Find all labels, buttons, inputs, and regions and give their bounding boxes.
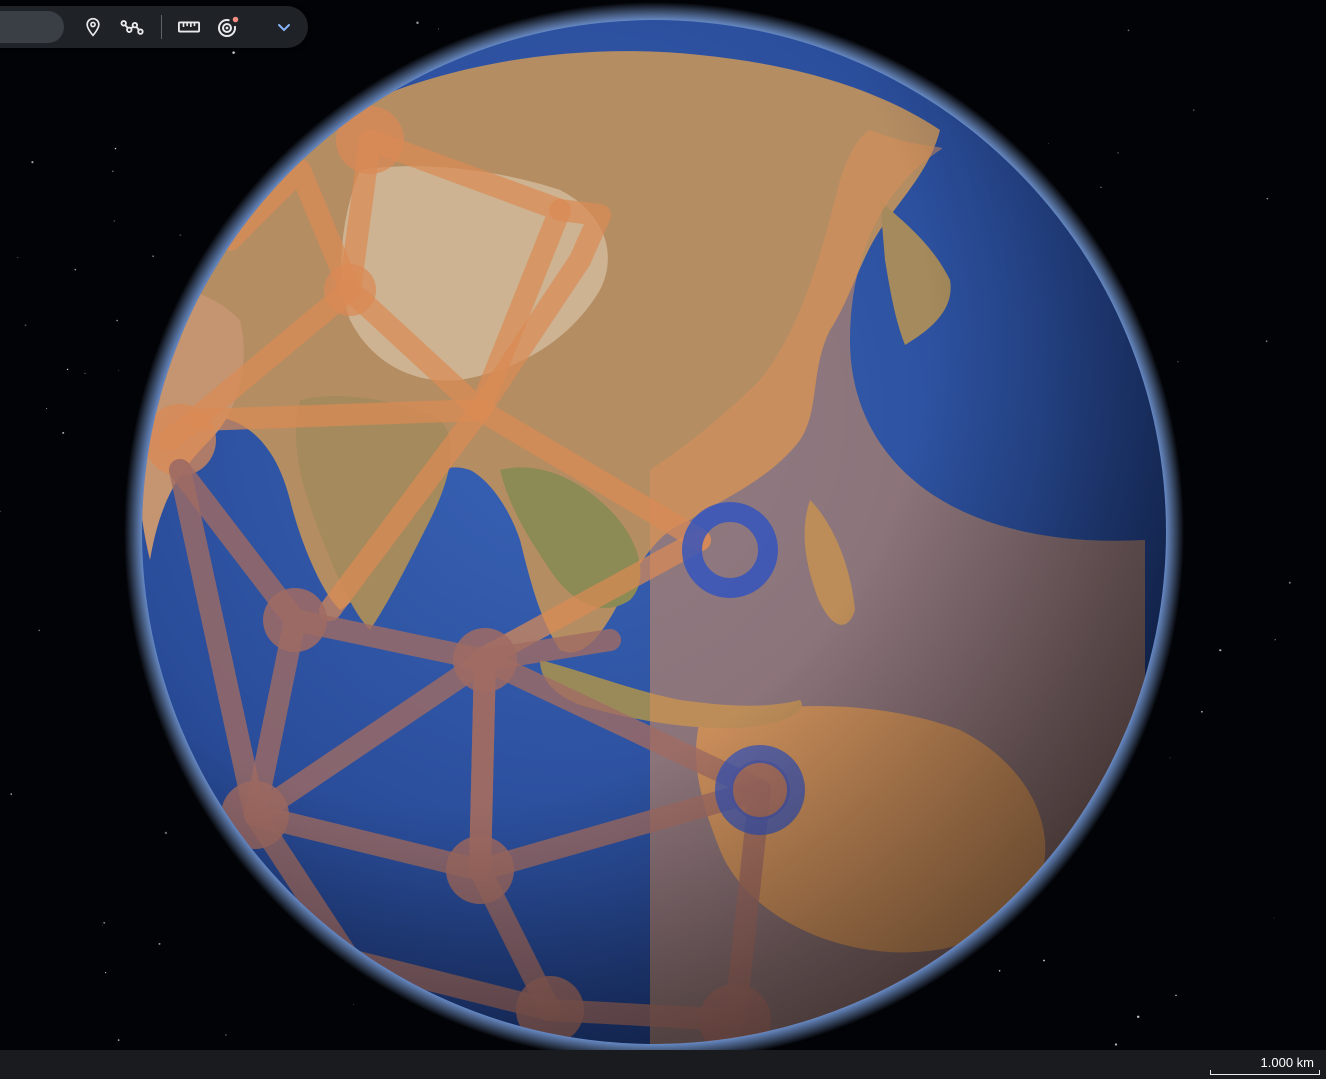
star — [1177, 361, 1179, 363]
star — [1273, 917, 1275, 919]
star — [114, 147, 117, 150]
path-icon — [120, 20, 144, 35]
star — [24, 324, 27, 327]
star — [1201, 710, 1203, 713]
star — [104, 971, 107, 974]
scale-label: 1.000 km — [1260, 1055, 1314, 1070]
star — [232, 51, 235, 54]
star — [1288, 581, 1291, 584]
star — [1175, 994, 1177, 997]
scale-indicator: 1.000 km — [1210, 1052, 1320, 1076]
timelapse-icon — [218, 16, 239, 37]
star — [164, 831, 168, 835]
status-bar: 1.000 km — [0, 1050, 1326, 1079]
star — [116, 319, 118, 322]
add-placemark-button[interactable] — [80, 14, 106, 40]
star — [66, 368, 69, 371]
globe-view[interactable] — [0, 0, 1326, 1079]
star — [998, 970, 1001, 972]
star — [38, 629, 40, 632]
timelapse-button[interactable] — [215, 14, 241, 40]
star — [416, 21, 419, 24]
star — [1136, 1015, 1140, 1019]
star — [1265, 340, 1268, 342]
star — [101, 924, 103, 926]
star — [0, 510, 2, 513]
star — [111, 170, 114, 173]
star — [158, 942, 161, 945]
notification-dot — [232, 16, 239, 23]
star — [1266, 197, 1269, 200]
star — [179, 234, 182, 236]
star — [1274, 639, 1276, 641]
star — [1127, 29, 1130, 32]
star — [152, 255, 154, 257]
toolbar-divider — [161, 15, 162, 39]
star — [1169, 757, 1171, 759]
star — [225, 1034, 227, 1036]
star — [74, 268, 77, 271]
tools-toolbar — [0, 6, 308, 48]
chevron-down-icon — [278, 24, 290, 32]
star — [62, 431, 65, 434]
star — [46, 407, 48, 409]
star — [1043, 959, 1045, 962]
star — [84, 372, 86, 375]
star — [1219, 649, 1222, 652]
star — [118, 369, 119, 371]
globe-shading — [142, 20, 1166, 1044]
star — [31, 161, 34, 164]
map-viewport[interactable]: 1.000 km — [0, 0, 1326, 1079]
star — [1192, 109, 1195, 111]
draw-path-button[interactable] — [120, 14, 146, 40]
star — [113, 220, 115, 222]
star — [10, 793, 13, 795]
ruler-icon — [178, 21, 200, 33]
star — [1117, 152, 1119, 154]
star — [117, 1039, 120, 1041]
star — [353, 1003, 355, 1005]
measure-button[interactable] — [176, 14, 202, 40]
placemark-icon — [86, 17, 100, 37]
search-box[interactable] — [0, 11, 64, 43]
star — [437, 28, 439, 30]
star — [1047, 142, 1049, 145]
star — [17, 257, 19, 259]
star — [103, 921, 106, 924]
scale-bar — [1210, 1070, 1320, 1075]
star — [1114, 1043, 1118, 1046]
more-tools-button[interactable] — [271, 14, 297, 40]
star — [1100, 186, 1102, 189]
